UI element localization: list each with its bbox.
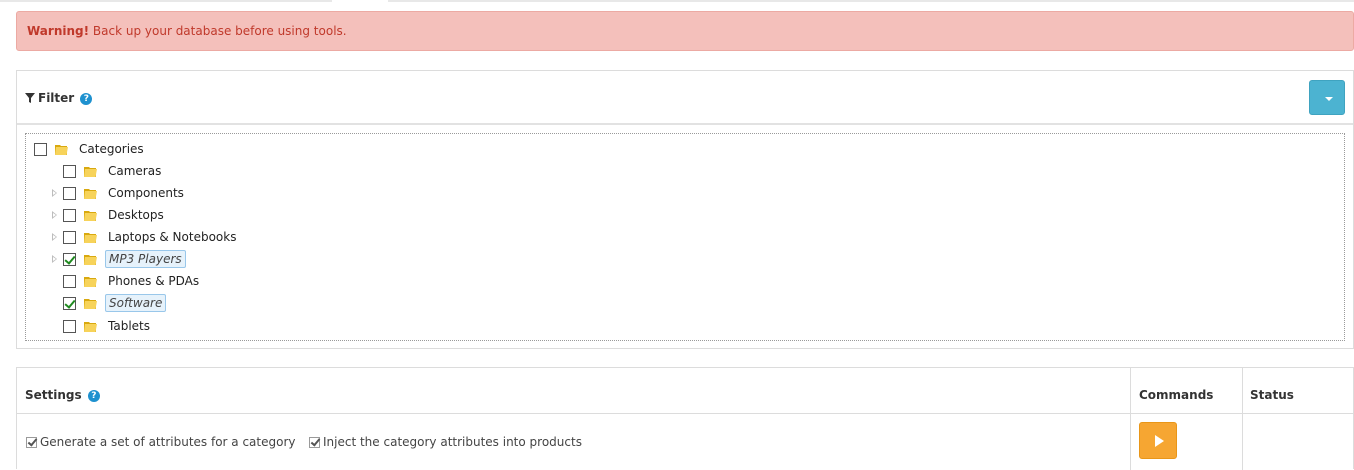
tree-node-label[interactable]: Laptops & Notebooks: [105, 228, 239, 246]
run-command-button[interactable]: [1139, 422, 1177, 459]
tree-node[interactable]: Phones & PDAs: [52, 271, 202, 291]
warning-alert: Warning! Back up your database before us…: [16, 11, 1354, 51]
tree-checkbox[interactable]: [63, 274, 76, 288]
tree-node-label[interactable]: Cameras: [105, 162, 164, 180]
tree-node[interactable]: Laptops & Notebooks: [52, 227, 239, 247]
tree-node[interactable]: Components: [52, 183, 187, 203]
expand-arrow-icon[interactable]: [52, 233, 57, 241]
filter-panel: Filter ? Categories Cameras Components Des…: [16, 70, 1354, 349]
tree-node-label[interactable]: Phones & PDAs: [105, 272, 202, 290]
tree-node-label[interactable]: Desktops: [105, 206, 167, 224]
help-icon[interactable]: ?: [87, 389, 100, 402]
filter-title: Filter: [38, 91, 75, 105]
tree-checkbox[interactable]: [63, 319, 76, 333]
checkbox[interactable]: [309, 436, 320, 448]
tree-node-label[interactable]: Components: [105, 184, 187, 202]
settings-row: Generate a set of attributes for a categ…: [17, 415, 1354, 470]
settings-panel: Settings ? Commands Status Generate a se…: [16, 367, 1354, 470]
folder-icon: [84, 232, 97, 243]
folder-icon: [84, 188, 97, 199]
category-tree: Categories Cameras Components Desktops Lapt…: [25, 133, 1345, 341]
status-header: Status: [1250, 388, 1294, 402]
tree-node[interactable]: MP3 Players: [52, 249, 186, 269]
alert-strong: Warning!: [27, 24, 90, 38]
tree-node-label[interactable]: MP3 Players: [105, 250, 186, 268]
tree-checkbox[interactable]: [63, 208, 76, 222]
tree-node-root[interactable]: Categories: [34, 139, 147, 159]
expand-arrow-icon[interactable]: [52, 189, 57, 197]
tab-underline: [0, 0, 332, 2]
tree-node-label[interactable]: Software: [105, 294, 167, 312]
tree-checkbox[interactable]: [63, 230, 76, 244]
top-tab-strip: [0, 0, 1354, 2]
tree-node-label[interactable]: Tablets: [105, 317, 153, 335]
generate-attributes-label: Generate a set of attributes for a categ…: [40, 435, 296, 449]
folder-icon: [84, 298, 97, 309]
filter-heading: Filter ?: [17, 71, 1353, 125]
tree-node[interactable]: Software: [52, 293, 167, 313]
inject-attributes-option[interactable]: Inject the category attributes into prod…: [309, 435, 582, 449]
play-icon: [1155, 435, 1164, 447]
tab-underline: [388, 0, 1354, 2]
tree-checkbox[interactable]: [63, 164, 76, 178]
filter-toggle-button[interactable]: [1309, 80, 1345, 115]
folder-icon: [55, 144, 68, 155]
generate-attributes-option[interactable]: Generate a set of attributes for a categ…: [26, 435, 296, 449]
tree-node[interactable]: Desktops: [52, 205, 167, 225]
folder-icon: [84, 210, 97, 221]
folder-icon: [84, 166, 97, 177]
tree-checkbox[interactable]: [63, 296, 76, 310]
help-icon[interactable]: ?: [80, 92, 93, 105]
settings-header-cell: Settings ?: [17, 368, 100, 414]
folder-icon: [84, 254, 97, 265]
alert-message: Back up your database before using tools…: [89, 24, 347, 38]
filter-icon: [25, 72, 35, 126]
tree-node-label[interactable]: Categories: [76, 140, 147, 158]
settings-title: Settings: [25, 388, 82, 402]
caret-down-icon: [1325, 97, 1333, 101]
inject-attributes-label: Inject the category attributes into prod…: [323, 435, 582, 449]
folder-icon: [84, 321, 97, 332]
commands-header: Commands: [1139, 388, 1214, 402]
expand-arrow-icon[interactable]: [52, 211, 57, 219]
folder-icon: [84, 276, 97, 287]
tree-checkbox[interactable]: [34, 142, 47, 156]
tree-node[interactable]: Tablets: [52, 316, 153, 336]
tree-checkbox[interactable]: [63, 186, 76, 200]
tree-checkbox[interactable]: [63, 252, 76, 266]
checkbox[interactable]: [26, 436, 37, 448]
tree-node[interactable]: Cameras: [52, 161, 164, 181]
settings-table-header: Settings ? Commands Status: [17, 368, 1353, 414]
expand-arrow-icon[interactable]: [52, 255, 57, 263]
